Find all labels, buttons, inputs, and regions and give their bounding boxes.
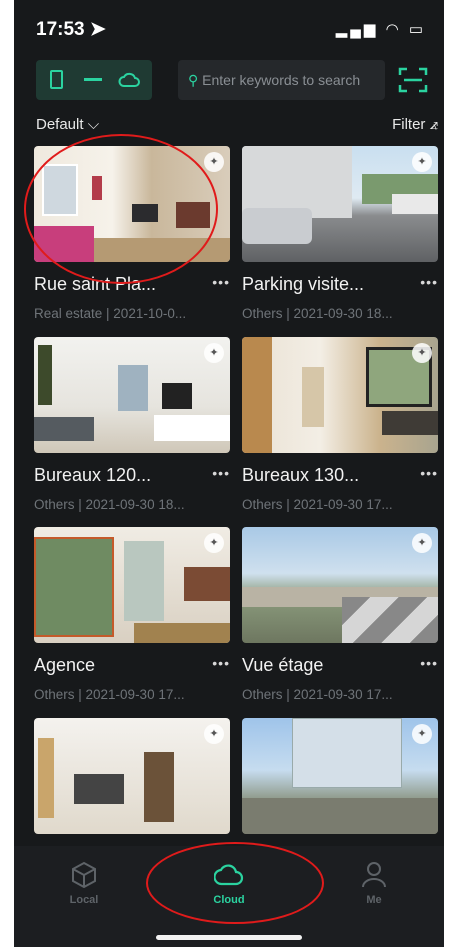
more-options-button[interactable]: •••	[212, 655, 230, 671]
filter-button[interactable]: Filter ⦨	[392, 116, 438, 133]
panorama-icon: ✦	[204, 343, 224, 363]
project-thumbnail[interactable]: ✦	[34, 718, 230, 834]
project-meta: Others | 2021-09-30 18...	[34, 497, 185, 512]
sort-dropdown[interactable]: Default ⌵	[36, 116, 99, 133]
home-indicator	[156, 935, 302, 940]
project-meta: Real estate | 2021-10-0...	[34, 306, 187, 321]
more-options-button[interactable]: •••	[420, 465, 438, 481]
cloud-icon	[118, 72, 140, 87]
panorama-icon: ✦	[412, 533, 432, 553]
status-icons: ▂▄▆ ◠ ▭	[335, 21, 426, 38]
status-time: 17:53 ➤	[36, 19, 106, 40]
sync-link-icon	[84, 78, 102, 81]
tab-label: Me	[366, 894, 382, 906]
project-title: Parking visite...	[242, 274, 365, 294]
project-title: Rue saint Pla...	[34, 274, 157, 294]
tab-label: Cloud	[213, 894, 245, 906]
more-options-button[interactable]: •••	[420, 274, 438, 290]
cloud-icon	[214, 864, 244, 886]
project-thumbnail[interactable]: ✦	[34, 146, 230, 262]
project-title: Agence	[34, 655, 96, 675]
panorama-icon: ✦	[204, 152, 224, 172]
project-title: Bureaux 120...	[34, 465, 152, 485]
more-options-button[interactable]: •••	[212, 274, 230, 290]
panorama-icon: ✦	[204, 724, 224, 744]
tab-label: Local	[69, 894, 99, 906]
project-thumbnail[interactable]: ✦	[34, 527, 230, 643]
project-thumbnail[interactable]: ✦	[34, 337, 230, 453]
search-input[interactable]: ⚲ Enter keywords to search	[178, 60, 385, 100]
tab-cloud[interactable]: Cloud	[189, 860, 269, 906]
project-meta: Others | 2021-09-30 18...	[242, 306, 393, 321]
project-thumbnail[interactable]: ✦	[242, 718, 438, 834]
panorama-icon: ✦	[204, 533, 224, 553]
search-placeholder: Enter keywords to search	[202, 72, 361, 88]
app-screen: 17:53 ➤ ▂▄▆ ◠ ▭ ⚲ Enter keywords to sear…	[14, 0, 444, 947]
box-icon	[72, 861, 96, 888]
bottom-tab-bar: Local Cloud Me	[14, 846, 444, 947]
scan-icon[interactable]	[398, 66, 428, 94]
project-thumbnail[interactable]: ✦	[242, 146, 438, 262]
panorama-icon: ✦	[412, 724, 432, 744]
local-cloud-toggle[interactable]	[36, 60, 152, 100]
panorama-icon: ✦	[412, 152, 432, 172]
phone-icon	[50, 70, 63, 89]
project-title: Bureaux 130...	[242, 465, 360, 485]
tab-local[interactable]: Local	[44, 860, 124, 906]
more-options-button[interactable]: •••	[212, 465, 230, 481]
project-thumbnail[interactable]: ✦	[242, 337, 438, 453]
project-meta: Others | 2021-09-30 17...	[34, 687, 185, 702]
project-title: Vue étage	[242, 655, 324, 675]
panorama-icon: ✦	[412, 343, 432, 363]
project-meta: Others | 2021-09-30 17...	[242, 687, 393, 702]
status-bar: 17:53 ➤ ▂▄▆ ◠ ▭	[14, 0, 444, 60]
search-icon: ⚲	[188, 72, 199, 88]
user-icon	[362, 862, 386, 888]
more-options-button[interactable]: •••	[420, 655, 438, 671]
project-meta: Others | 2021-09-30 17...	[242, 497, 393, 512]
project-thumbnail[interactable]: ✦	[242, 527, 438, 643]
tab-me[interactable]: Me	[334, 860, 414, 906]
